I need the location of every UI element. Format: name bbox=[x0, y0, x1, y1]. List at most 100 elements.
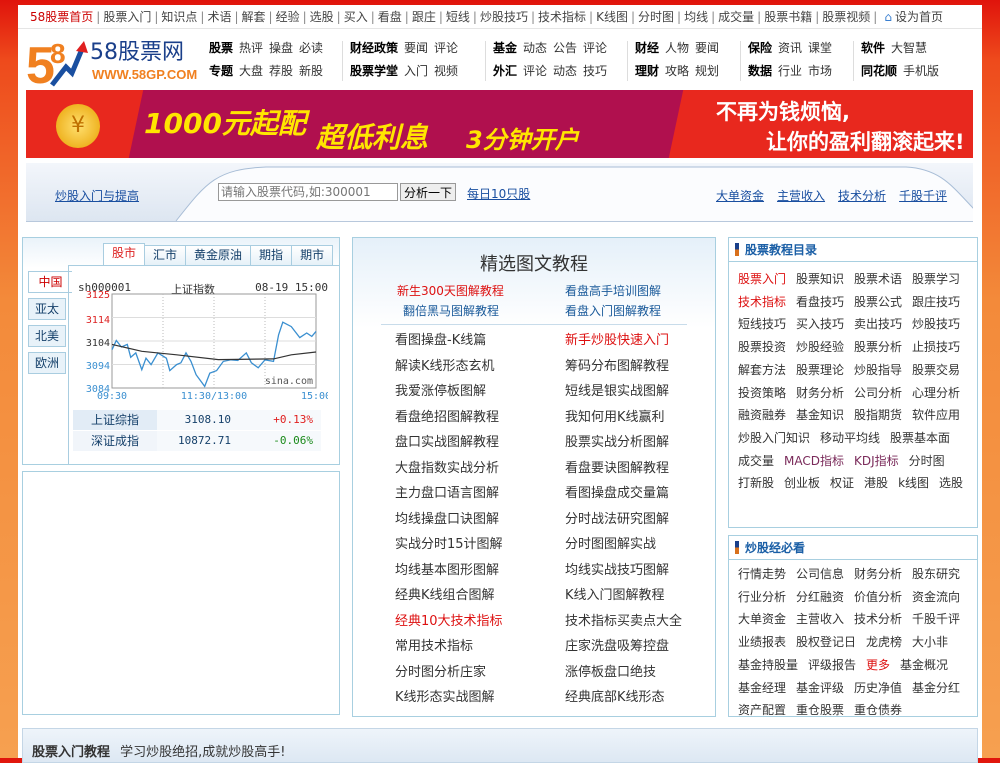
catalog-link[interactable]: 行情走势 bbox=[738, 563, 786, 586]
tutorial-link[interactable]: 筹码分布图解教程 bbox=[565, 354, 682, 380]
catalog-link[interactable]: 跟庄技巧 bbox=[912, 291, 960, 314]
catalog-link[interactable]: 短线技巧 bbox=[738, 313, 786, 336]
nav-item[interactable]: 看盘 bbox=[378, 8, 402, 25]
tutorial-link[interactable]: 新手炒股快速入门 bbox=[565, 328, 682, 354]
nav-link[interactable]: 手机版 bbox=[903, 62, 939, 79]
catalog-link[interactable]: 股票入门 bbox=[738, 268, 786, 291]
catalog-link[interactable]: 重仓股票 bbox=[796, 699, 844, 722]
nav-link[interactable]: 攻略 bbox=[665, 62, 689, 79]
nav-link[interactable]: 动态 bbox=[553, 62, 577, 79]
nav-link[interactable]: 技巧 bbox=[583, 62, 607, 79]
site-logo[interactable]: 5 8 58股票网 WWW.58GP.COM bbox=[26, 31, 198, 95]
catalog-link[interactable]: 股票基本面 bbox=[890, 427, 950, 450]
nav-link[interactable]: 要闻 bbox=[695, 39, 719, 56]
catalog-link[interactable]: 卖出技巧 bbox=[854, 313, 902, 336]
nav-item[interactable]: 选股 bbox=[310, 8, 334, 25]
catalog-link[interactable]: 股权登记日 bbox=[796, 631, 856, 654]
catalog-link[interactable]: 分时图 bbox=[909, 450, 945, 473]
catalog-link[interactable]: 解套方法 bbox=[738, 359, 786, 382]
catalog-link[interactable]: 更多 bbox=[866, 654, 890, 677]
catalog-link[interactable]: 千股千评 bbox=[912, 608, 960, 631]
tutorial-link[interactable]: 均线实战技巧图解 bbox=[565, 558, 682, 584]
analyze-button[interactable]: 分析一下 bbox=[400, 183, 456, 201]
catalog-link[interactable]: k线图 bbox=[898, 472, 929, 495]
tutorial-link[interactable]: 技术指标买卖点大全 bbox=[565, 609, 682, 635]
featured-link[interactable]: 看盘入门图解教程 bbox=[565, 302, 661, 319]
catalog-link[interactable]: 打新股 bbox=[738, 472, 774, 495]
stock-code-input[interactable] bbox=[218, 183, 398, 201]
catalog-link[interactable]: 创业板 bbox=[784, 472, 820, 495]
quick-link[interactable]: 主营收入 bbox=[777, 187, 825, 204]
catalog-link[interactable]: 股票术语 bbox=[854, 268, 902, 291]
nav-link[interactable]: 股票学堂 bbox=[350, 62, 398, 79]
nav-item[interactable]: 股票入门 bbox=[103, 8, 151, 25]
tutorial-link[interactable]: 盘口实战图解教程 bbox=[395, 430, 503, 456]
catalog-link[interactable]: 龙虎榜 bbox=[866, 631, 902, 654]
featured-link[interactable]: 看盘高手培训图解 bbox=[565, 282, 661, 299]
catalog-link[interactable]: 股票公式 bbox=[854, 291, 902, 314]
nav-link[interactable]: 大盘 bbox=[239, 62, 263, 79]
nav-link[interactable]: 热评 bbox=[239, 39, 263, 56]
nav-link[interactable]: 外汇 bbox=[493, 62, 517, 79]
catalog-link[interactable]: 股票投资 bbox=[738, 336, 786, 359]
catalog-link[interactable]: 止损技巧 bbox=[912, 336, 960, 359]
nav-link[interactable]: 新股 bbox=[299, 62, 323, 79]
catalog-link[interactable]: 股东研究 bbox=[912, 563, 960, 586]
catalog-link[interactable]: 融资融券 bbox=[738, 404, 786, 427]
nav-link[interactable]: 必读 bbox=[299, 39, 323, 56]
featured-link[interactable]: 新生300天图解教程 bbox=[397, 282, 504, 299]
catalog-link[interactable]: 看盘技巧 bbox=[796, 291, 844, 314]
catalog-link[interactable]: 基金知识 bbox=[796, 404, 844, 427]
nav-link[interactable]: 课堂 bbox=[808, 39, 832, 56]
tutorial-link[interactable]: 分时战法研究图解 bbox=[565, 507, 682, 533]
tutorial-link[interactable]: 我知何用K线赢利 bbox=[565, 405, 682, 431]
tutorial-link[interactable]: 均线操盘口诀图解 bbox=[395, 507, 503, 533]
nav-item[interactable]: 经验 bbox=[276, 8, 300, 25]
catalog-link[interactable]: 技术指标 bbox=[738, 291, 786, 314]
nav-link[interactable]: 市场 bbox=[808, 62, 832, 79]
region-tab[interactable]: 亚太 bbox=[28, 298, 66, 320]
tutorial-link[interactable]: 常用技术指标 bbox=[395, 634, 503, 660]
ad-banner[interactable]: ¥ 1000元起配 超低利息 3分钟开户 不再为钱烦恼, 让你的盈利翻滚起来! bbox=[26, 90, 973, 158]
catalog-link[interactable]: 价值分析 bbox=[854, 586, 902, 609]
nav-item[interactable]: K线图 bbox=[596, 8, 628, 25]
nav-item[interactable]: 分时图 bbox=[638, 8, 674, 25]
catalog-link[interactable]: 技术分析 bbox=[854, 608, 902, 631]
nav-link[interactable]: 资讯 bbox=[778, 39, 802, 56]
catalog-link[interactable]: 炒股经验 bbox=[796, 336, 844, 359]
nav-link[interactable]: 公告 bbox=[553, 39, 577, 56]
daily-10-link[interactable]: 每日10只股 bbox=[467, 185, 530, 202]
nav-link[interactable]: 人物 bbox=[665, 39, 689, 56]
nav-item[interactable]: 成交量 bbox=[718, 8, 754, 25]
nav-item[interactable]: 技术指标 bbox=[538, 8, 586, 25]
region-tab[interactable]: 北美 bbox=[28, 325, 66, 347]
nav-link[interactable]: 行业 bbox=[778, 62, 802, 79]
nav-link[interactable]: 评论 bbox=[434, 39, 458, 56]
catalog-link[interactable]: 买入技巧 bbox=[796, 313, 844, 336]
catalog-link[interactable]: 财务分析 bbox=[854, 563, 902, 586]
nav-item[interactable]: 炒股技巧 bbox=[480, 8, 528, 25]
nav-link[interactable]: 视频 bbox=[434, 62, 458, 79]
set-home-link[interactable]: ⌂ 设为首页 bbox=[884, 8, 943, 25]
market-tab[interactable]: 期市 bbox=[291, 245, 334, 265]
nav-home[interactable]: 58股票首页 bbox=[30, 8, 93, 25]
nav-item[interactable]: 短线 bbox=[446, 8, 470, 25]
nav-link[interactable]: 财经 bbox=[635, 39, 659, 56]
market-tab[interactable]: 期指 bbox=[250, 245, 293, 265]
tutorial-link[interactable]: 经典K线组合图解 bbox=[395, 583, 503, 609]
catalog-link[interactable]: 重仓债券 bbox=[854, 699, 902, 722]
nav-link[interactable]: 评论 bbox=[583, 39, 607, 56]
quote-row[interactable]: 上证综指 3108.10 +0.13% bbox=[73, 410, 321, 430]
tutorial-link[interactable]: 看盘绝招图解教程 bbox=[395, 405, 503, 431]
nav-link[interactable]: 专题 bbox=[209, 62, 233, 79]
quote-row[interactable]: 深证成指 10872.71 -0.06% bbox=[73, 431, 321, 451]
nav-link[interactable]: 大智慧 bbox=[891, 39, 927, 56]
nav-link[interactable]: 理财 bbox=[635, 62, 659, 79]
nav-link[interactable]: 入门 bbox=[404, 62, 428, 79]
nav-link[interactable]: 规划 bbox=[695, 62, 719, 79]
market-tab[interactable]: 汇市 bbox=[144, 245, 187, 265]
tutorial-link[interactable]: 庄家洗盘吸筹控盘 bbox=[565, 634, 682, 660]
tutorial-link[interactable]: K线形态实战图解 bbox=[395, 685, 503, 711]
nav-link[interactable]: 同花顺 bbox=[861, 62, 897, 79]
nav-link[interactable]: 股票 bbox=[209, 39, 233, 56]
